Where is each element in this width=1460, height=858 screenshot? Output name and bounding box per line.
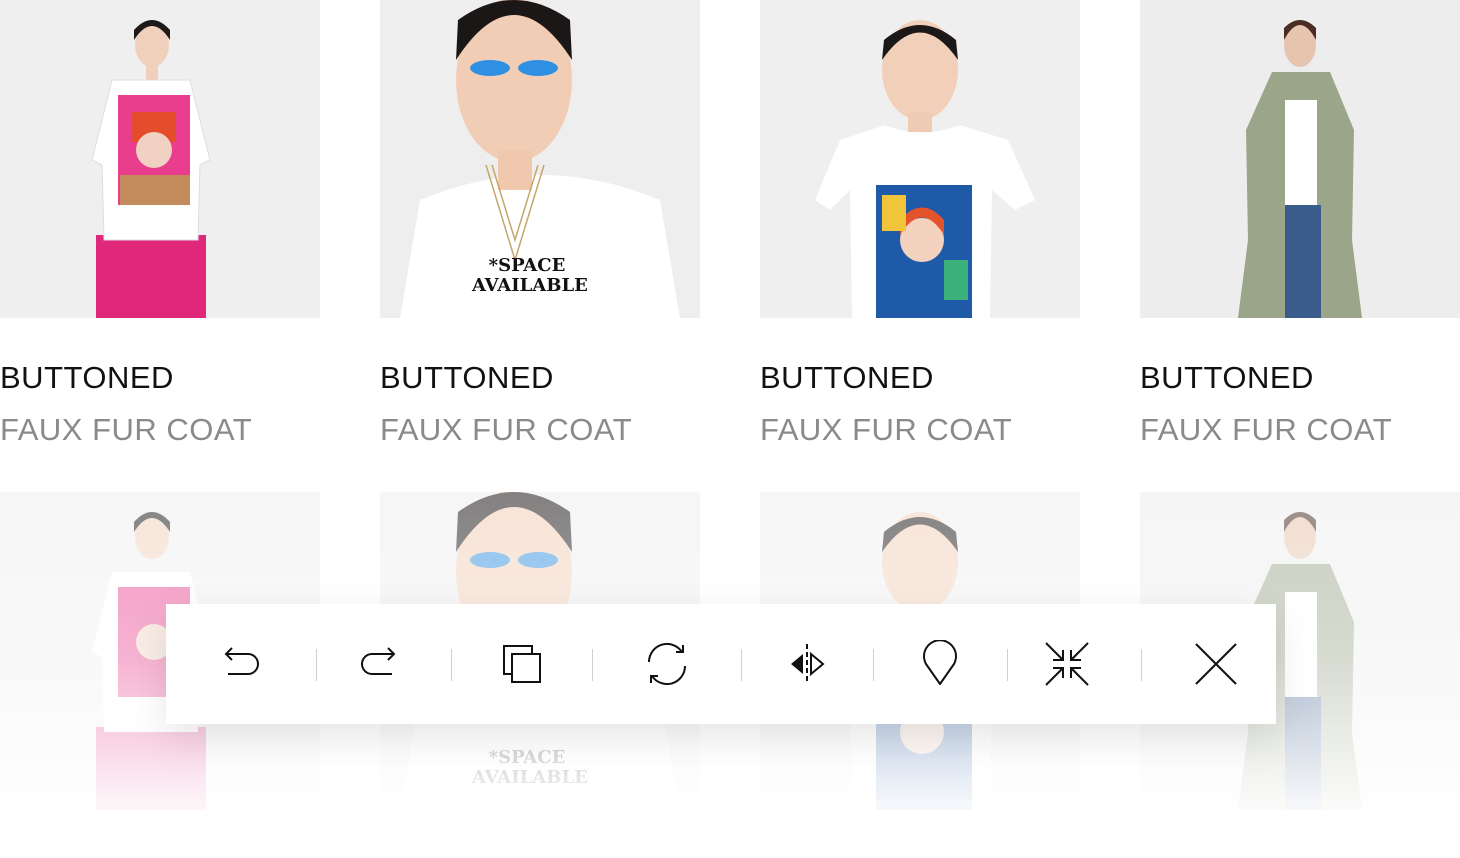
pin-icon [923, 640, 957, 685]
product-photo[interactable] [0, 0, 320, 318]
toolbar-separator [1141, 649, 1142, 681]
shrink-icon [1045, 642, 1089, 686]
undo-button[interactable] [210, 634, 270, 694]
toolbar-separator [873, 649, 874, 681]
product-photo[interactable] [760, 0, 1080, 318]
product-photo[interactable] [1140, 0, 1460, 318]
product-photo[interactable]: *SPACE AVAILABLE [380, 0, 700, 318]
duplicate-icon [503, 645, 541, 683]
rotate-icon [647, 642, 687, 686]
toolbar-separator [1007, 649, 1008, 681]
close-icon [1195, 643, 1237, 685]
product-name-line1: BUTTONED [380, 360, 554, 395]
redo-button[interactable] [350, 634, 410, 694]
flip-button[interactable] [777, 634, 837, 694]
undo-icon [224, 647, 259, 675]
toolbar-separator [451, 649, 452, 681]
product-name-line1: BUTTONED [760, 360, 934, 395]
product-name-line2: FAUX FUR COAT [1140, 412, 1393, 447]
product-name-line2: FAUX FUR COAT [0, 412, 253, 447]
toolbar-separator [316, 649, 317, 681]
close-button[interactable] [1186, 634, 1246, 694]
product-grid: BUTTONED FAUX FUR COAT *SPACE AVAILABLE … [0, 0, 1460, 858]
product-name-line1: BUTTONED [0, 360, 174, 395]
flip-icon [791, 644, 825, 684]
duplicate-button[interactable] [492, 634, 552, 694]
product-name-line2: FAUX FUR COAT [760, 412, 1013, 447]
tee-print-text: *SPACE AVAILABLE [472, 255, 588, 296]
product-name-line1: BUTTONED [1140, 360, 1314, 395]
toolbar-separator [592, 649, 593, 681]
rotate-button[interactable] [637, 634, 697, 694]
pin-button[interactable] [910, 634, 970, 694]
toolbar-separator [741, 649, 742, 681]
shrink-button[interactable] [1037, 634, 1097, 694]
redo-icon [361, 647, 396, 675]
product-name-line2: FAUX FUR COAT [380, 412, 633, 447]
edit-toolbar [166, 604, 1276, 724]
